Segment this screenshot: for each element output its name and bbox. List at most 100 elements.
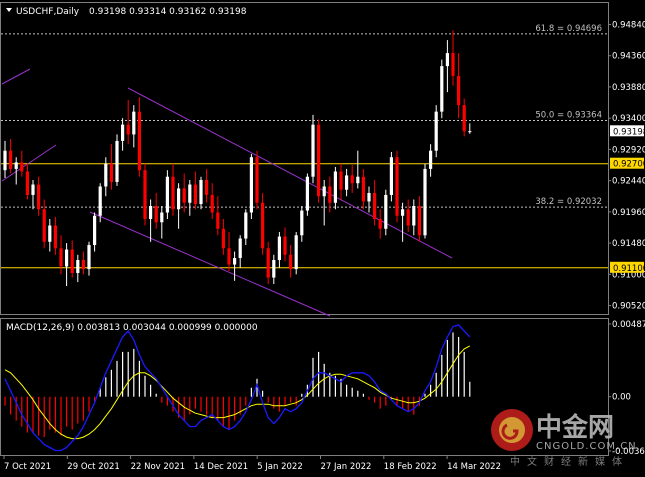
candle-body (177, 188, 181, 210)
candle-body (333, 171, 337, 203)
date-tick-label-4: 5 Jan 2022 (257, 462, 303, 472)
date-tick-label-2: 22 Nov 2021 (131, 462, 185, 472)
candle-52 (294, 232, 298, 275)
candle-body (317, 124, 321, 197)
candle-body (121, 124, 125, 141)
candle-body (20, 162, 24, 172)
candle-body (37, 184, 41, 210)
candle-body (31, 184, 35, 195)
candle-body (109, 163, 113, 182)
price-tick-label-6: 0.91960 (612, 208, 645, 218)
candle-body (149, 205, 153, 220)
price-tick-label-4: 0.92920 (612, 145, 645, 155)
candle-body (395, 157, 399, 216)
candle-body (48, 225, 52, 242)
candle-body (277, 236, 281, 260)
date-tick-label-3: 14 Dec 2021 (194, 462, 248, 472)
price-tick-label-2: 0.93880 (612, 83, 645, 93)
candle-body (53, 225, 57, 249)
candle-body (165, 176, 169, 213)
candle-29 (165, 170, 169, 220)
price-tick-label-9: 0.90520 (612, 302, 645, 312)
fib-label-2: 38.2 = 0.92032 (535, 197, 602, 207)
candle-body (154, 205, 158, 223)
candle-body (188, 184, 192, 203)
date-tick-label-6: 18 Feb 2022 (384, 462, 437, 472)
candle-body (429, 150, 433, 169)
fib-label-1: 50.0 = 0.93364 (535, 111, 602, 121)
candle-69 (389, 151, 393, 202)
candle-body (171, 176, 175, 210)
candle-body (143, 170, 147, 220)
macd-tick-label-2: -0.00363 (612, 447, 645, 457)
candle-body (468, 131, 472, 133)
candle-body (373, 192, 377, 220)
candle-body (272, 259, 276, 278)
candle-78 (440, 59, 444, 119)
candle-55 (311, 114, 315, 184)
candle-body (160, 212, 164, 223)
candle-54 (305, 173, 309, 216)
candle-body (14, 162, 18, 169)
candle-body (93, 215, 97, 246)
candle-77 (434, 105, 438, 158)
chart-canvas: USDCHF,Daily 0.93198 0.93314 0.93162 0.9… (0, 0, 645, 477)
fib-label-0: 61.8 = 0.94696 (535, 24, 602, 34)
candle-body (81, 259, 85, 270)
candle-body (294, 235, 298, 270)
candle-body (311, 124, 315, 177)
candle-body (462, 105, 466, 132)
date-tick-label-0: 7 Oct 2021 (4, 462, 51, 472)
macd-tick-label-1: 0.00 (612, 393, 631, 403)
candle-body (423, 168, 427, 236)
price-tick-label-3: 0.93400 (612, 114, 645, 124)
candle-body (384, 194, 388, 229)
candle-75 (423, 163, 427, 239)
candle-body (451, 53, 455, 76)
symbol-title: USDCHF,Daily (16, 7, 80, 17)
price-tick-label-7: 0.91480 (612, 239, 645, 249)
candle-body (210, 194, 214, 213)
candle-body (137, 111, 141, 171)
candle-body (3, 150, 7, 171)
candle-body (350, 175, 354, 184)
watermark-brand: 中金网 (536, 412, 614, 443)
candle-body (266, 248, 270, 278)
candle-body (70, 249, 74, 274)
level-tag-label-1: 0.91100 (613, 264, 645, 274)
price-tick-label-5: 0.92440 (612, 177, 645, 187)
candle-body (339, 171, 343, 190)
candle-body (361, 176, 365, 202)
candle-body (445, 53, 449, 67)
candle-body (389, 157, 393, 195)
candle-body (367, 192, 371, 202)
candle-body (227, 248, 231, 265)
candle-body (378, 219, 382, 229)
candle-body (182, 188, 186, 203)
candle-body (261, 202, 265, 249)
date-tick-label-7: 14 Mar 2022 (447, 462, 501, 472)
candle-body (115, 140, 119, 182)
candle-70 (395, 150, 399, 223)
candle-44 (249, 153, 253, 220)
candle-body (305, 176, 309, 211)
macd-label: MACD(12,26,9) 0.003813 0.003044 0.000999… (6, 323, 258, 333)
candle-body (440, 66, 444, 112)
candle-body (238, 238, 242, 259)
candle-45 (255, 150, 259, 210)
candle-body (406, 209, 410, 226)
candle-body (216, 212, 220, 229)
candle-body (193, 184, 197, 205)
level-tag-label-0: 0.92700 (613, 160, 645, 170)
price-tick-label-0: 0.94840 (612, 20, 645, 30)
candle-body (199, 179, 203, 205)
chart-header: USDCHF,Daily 0.93198 0.93314 0.93162 0.9… (6, 7, 247, 17)
candle-body (255, 157, 259, 203)
candle-body (65, 249, 69, 267)
candle-body (457, 75, 461, 106)
macd-tick-label-0: 0.00487 (612, 320, 645, 330)
candle-body (249, 157, 253, 213)
candle-20 (115, 134, 119, 186)
candle-body (104, 163, 108, 187)
candle-body (345, 175, 349, 190)
